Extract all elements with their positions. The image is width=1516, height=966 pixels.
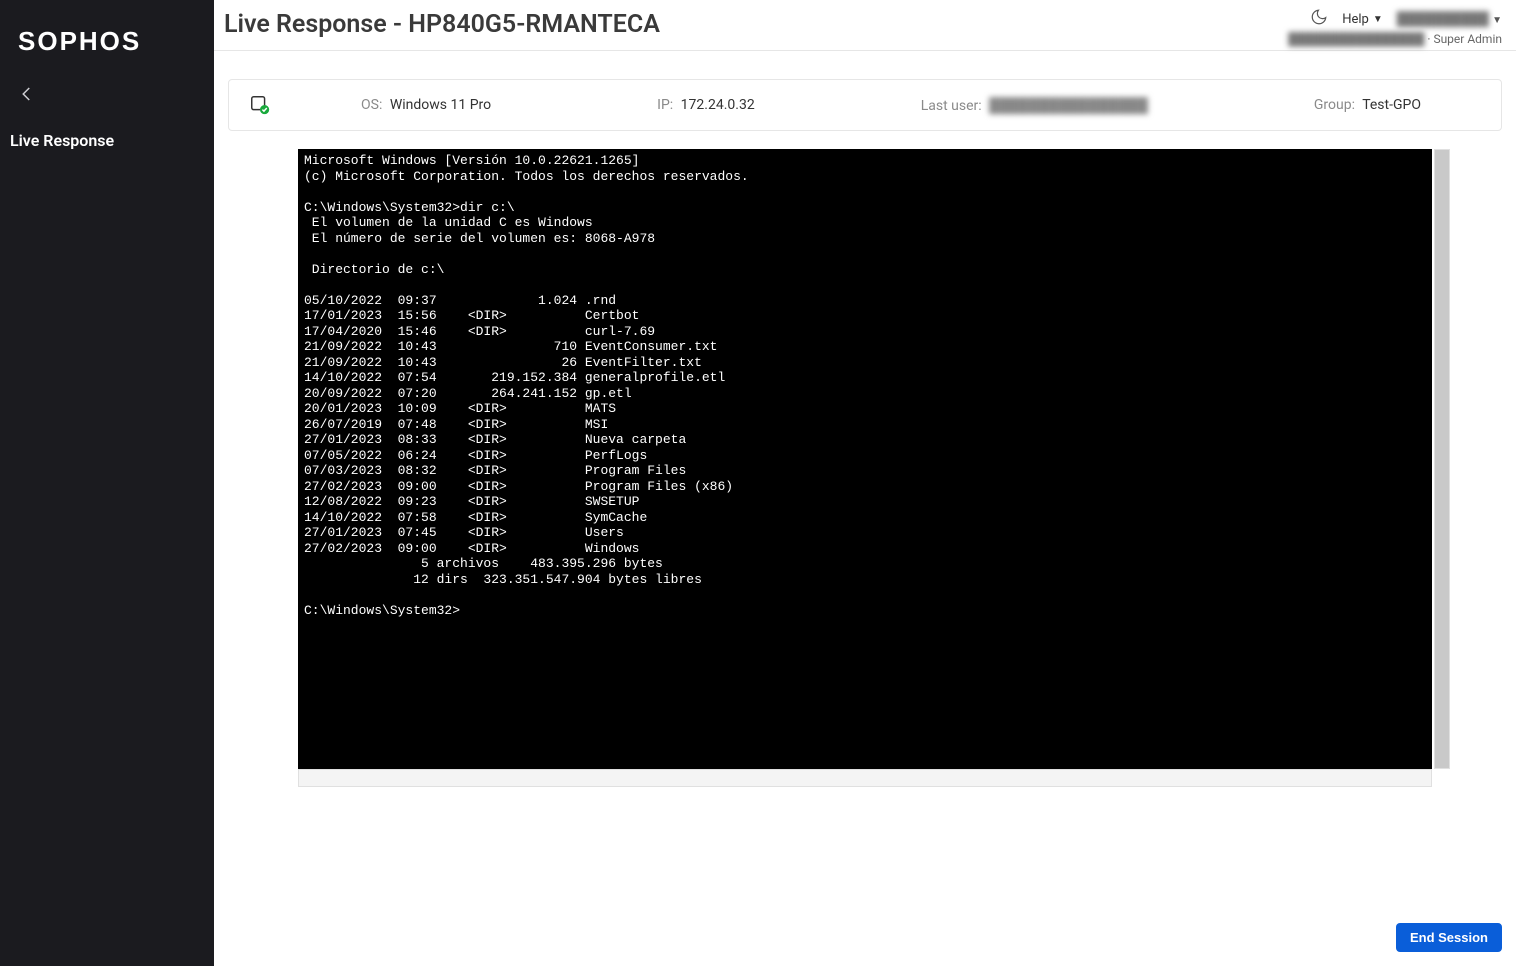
end-session-button[interactable]: End Session xyxy=(1396,923,1502,952)
lastuser-value: ████████████████ xyxy=(989,98,1148,114)
content-area: OS: Windows 11 Pro IP: 172.24.0.32 Last … xyxy=(214,51,1516,905)
user-org: ████████████████ xyxy=(1288,32,1424,46)
device-info-card: OS: Windows 11 Pro IP: 172.24.0.32 Last … xyxy=(228,79,1502,131)
shield-check-icon xyxy=(249,94,271,116)
ip-value: 172.24.0.32 xyxy=(681,97,755,113)
os-label: OS: xyxy=(361,97,382,113)
topbar-right: Help ▼ ██████████ ▼ ████████████████ · S… xyxy=(1288,8,1502,46)
device-status-icon xyxy=(249,94,271,116)
ip-field: IP: 172.24.0.32 xyxy=(657,97,755,114)
user-name-dropdown[interactable]: ██████████ ▼ xyxy=(1397,11,1502,27)
scrollbar-thumb[interactable] xyxy=(1435,150,1449,768)
group-value: Test-GPO xyxy=(1362,97,1421,113)
user-name: ██████████ xyxy=(1397,12,1489,27)
moon-icon xyxy=(1310,8,1328,26)
lastuser-field: Last user: ████████████████ xyxy=(921,97,1148,114)
help-dropdown[interactable]: Help ▼ xyxy=(1342,12,1383,27)
brand-logo: SOPHOS xyxy=(0,20,214,85)
topbar: Live Response - HP840G5-RMANTECA Help ▼ … xyxy=(214,0,1516,51)
os-field: OS: Windows 11 Pro xyxy=(361,97,491,114)
caret-down-icon: ▼ xyxy=(1492,15,1502,26)
group-field: Group: Test-GPO xyxy=(1314,97,1421,114)
page-title: Live Response - HP840G5-RMANTECA xyxy=(224,8,1288,39)
sidebar: SOPHOS Live Response xyxy=(0,0,214,966)
terminal-container: Microsoft Windows [Versión 10.0.22621.12… xyxy=(298,149,1432,891)
user-org-role: ████████████████ · Super Admin xyxy=(1288,32,1502,46)
user-role: Super Admin xyxy=(1433,32,1502,46)
arrow-left-icon xyxy=(18,85,36,103)
scrollbar-thumb[interactable] xyxy=(299,770,1431,786)
lastuser-label: Last user: xyxy=(921,98,982,114)
ip-label: IP: xyxy=(657,97,673,113)
theme-toggle[interactable] xyxy=(1310,8,1328,30)
main-content: Live Response - HP840G5-RMANTECA Help ▼ … xyxy=(214,0,1516,966)
terminal[interactable]: Microsoft Windows [Versión 10.0.22621.12… xyxy=(298,149,1432,769)
help-label: Help xyxy=(1342,12,1369,27)
footer: End Session xyxy=(214,905,1516,966)
group-label: Group: xyxy=(1314,97,1355,113)
os-value: Windows 11 Pro xyxy=(390,97,491,113)
terminal-vertical-scrollbar[interactable] xyxy=(1434,149,1450,769)
back-button[interactable] xyxy=(0,85,214,125)
nav-live-response[interactable]: Live Response xyxy=(0,125,214,158)
terminal-horizontal-scrollbar[interactable] xyxy=(298,769,1432,787)
caret-down-icon: ▼ xyxy=(1373,14,1383,25)
